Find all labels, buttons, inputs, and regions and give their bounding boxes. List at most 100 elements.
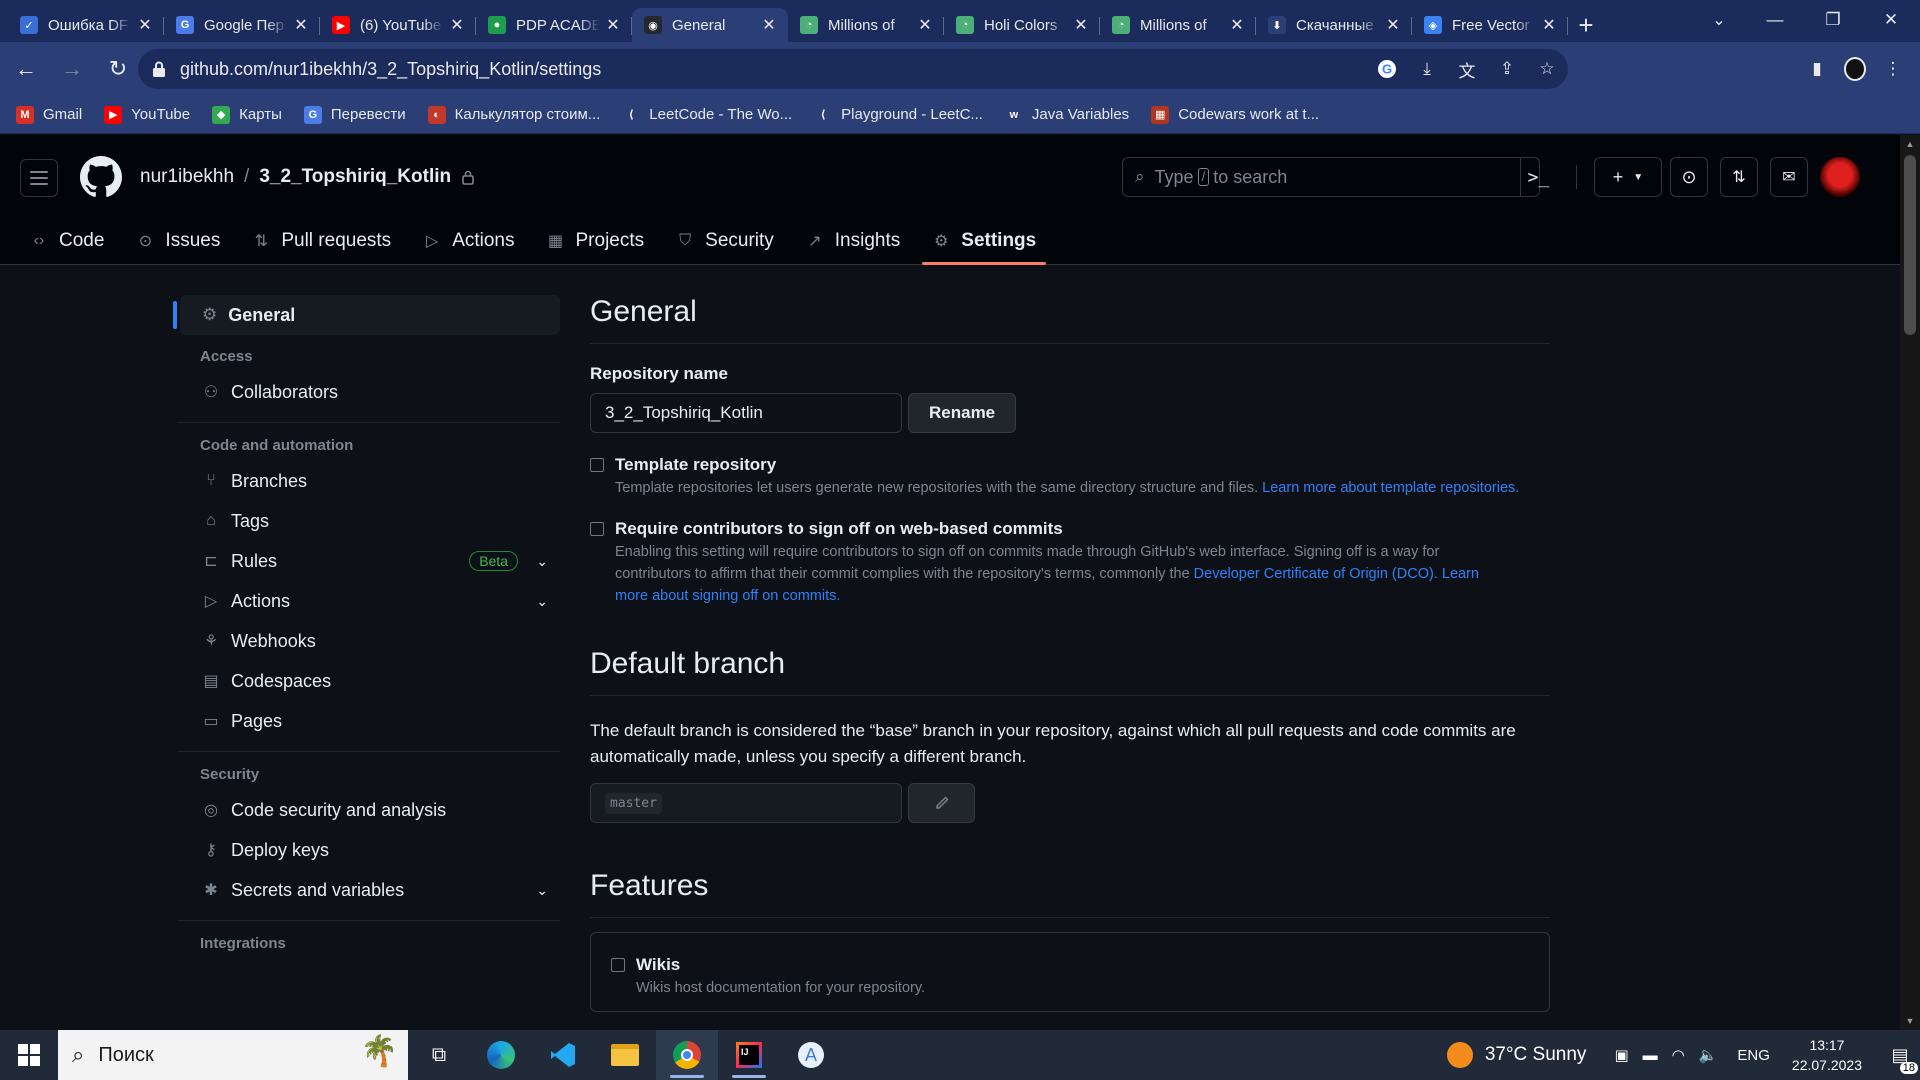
task-view-icon[interactable]: ⧉	[408, 1030, 470, 1080]
github-logo-icon[interactable]	[80, 156, 122, 198]
meet-now-icon[interactable]: ▣	[1614, 1046, 1628, 1064]
taskbar-search-box[interactable]: ⌕ Поиск 🌴	[58, 1030, 408, 1080]
android-studio-icon[interactable]: A	[780, 1030, 842, 1080]
sidebar-item-rules[interactable]: ⊏ Rules Beta ⌄	[180, 541, 560, 581]
browser-tab[interactable]: ◔ Holi Colors ✕	[944, 8, 1100, 42]
browser-tab[interactable]: ◔ Millions of ✕	[1100, 8, 1256, 42]
template-repo-checkbox[interactable]	[590, 458, 604, 472]
bookmark-star-icon[interactable]: ☆	[1536, 58, 1558, 80]
scrollbar-thumb[interactable]	[1904, 155, 1916, 335]
tab-close-icon[interactable]: ✕	[448, 15, 466, 35]
tab-close-icon[interactable]: ✕	[916, 15, 934, 35]
tab-close-icon[interactable]: ✕	[1540, 15, 1558, 35]
create-new-button[interactable]: + ▼	[1594, 157, 1662, 197]
tab-settings[interactable]: ⚙ Settings	[922, 217, 1047, 265]
close-window-button[interactable]: ✕	[1862, 0, 1920, 40]
bookmark-item[interactable]: ◆ Карты	[212, 105, 282, 124]
browser-tab[interactable]: ◔ Millions of ✕	[788, 8, 944, 42]
dco-link[interactable]: Developer Certificate of Origin (DCO).	[1194, 566, 1438, 582]
file-explorer-icon[interactable]	[594, 1030, 656, 1080]
tab-close-icon[interactable]: ✕	[136, 15, 154, 35]
bookmark-item[interactable]: M Gmail	[16, 105, 82, 124]
sidebar-item-tags[interactable]: ⌂ Tags	[180, 501, 560, 541]
tab-close-icon[interactable]: ✕	[292, 15, 310, 35]
repo-link[interactable]: 3_2_Topshiriq_Kotlin	[259, 166, 451, 188]
lock-icon[interactable]	[152, 61, 166, 77]
page-scrollbar[interactable]: ▲ ▼	[1900, 135, 1920, 1030]
chevron-down-icon[interactable]: ⌄	[536, 593, 548, 610]
tab-code[interactable]: ‹› Code	[20, 217, 114, 265]
tab-issues[interactable]: ⊙ Issues	[126, 217, 230, 265]
wikis-checkbox[interactable]	[611, 958, 625, 972]
tab-close-icon[interactable]: ✕	[604, 15, 622, 35]
volume-icon[interactable]: 🔈	[1699, 1046, 1718, 1064]
sidebar-item-code-security-and-analysis[interactable]: ◎ Code security and analysis	[180, 790, 560, 830]
pull-requests-icon[interactable]: ⇅	[1720, 157, 1758, 197]
tab-security[interactable]: ⛉ Security	[666, 217, 784, 265]
sidebar-item-deploy-keys[interactable]: ⚷ Deploy keys	[180, 830, 560, 870]
sidebar-item-branches[interactable]: ⑂ Branches	[180, 461, 560, 501]
chrome-icon[interactable]	[656, 1030, 718, 1080]
tab-close-icon[interactable]: ✕	[760, 15, 778, 35]
sidebar-item-general[interactable]: ⚙ General	[173, 295, 560, 335]
battery-icon[interactable]: ▬	[1643, 1047, 1658, 1064]
intellij-idea-icon[interactable]: IJ	[718, 1030, 780, 1080]
scroll-up-arrow-icon[interactable]: ▲	[1904, 139, 1916, 149]
wifi-icon[interactable]: ◠	[1672, 1046, 1685, 1064]
command-palette-icon[interactable]: >_	[1520, 157, 1556, 197]
chevron-down-icon[interactable]: ⌄	[536, 882, 548, 899]
sidebar-item-codespaces[interactable]: ▤ Codespaces	[180, 661, 560, 701]
tab-close-icon[interactable]: ✕	[1072, 15, 1090, 35]
notification-center-icon[interactable]: ▤ 18	[1880, 1045, 1920, 1074]
search-input[interactable]: ⌕ Type / to search	[1122, 157, 1540, 197]
repo-name-input[interactable]: 3_2_Topshiriq_Kotlin	[590, 393, 902, 433]
bookmark-item[interactable]: ▶ YouTube	[104, 105, 190, 124]
side-panel-icon[interactable]: ▮	[1806, 58, 1828, 80]
google-icon[interactable]: G	[1376, 58, 1398, 80]
sidebar-item-pages[interactable]: ▭ Pages	[180, 701, 560, 741]
reload-button[interactable]: ↻	[98, 49, 138, 89]
template-repo-learn-link[interactable]: Learn more about template repositories.	[1262, 480, 1519, 496]
browser-tab[interactable]: ⬇ Скачанные ✕	[1256, 8, 1412, 42]
sidebar-item-secrets-and-variables[interactable]: ✱ Secrets and variables ⌄	[180, 870, 560, 910]
sidebar-item-collaborators[interactable]: ⚇ Collaborators	[180, 372, 560, 412]
bookmark-item[interactable]: w Java Variables	[1004, 105, 1129, 124]
signoff-checkbox[interactable]	[590, 522, 604, 536]
tab-close-icon[interactable]: ✕	[1228, 15, 1246, 35]
new-tab-button[interactable]: +	[1568, 8, 1604, 42]
browser-tab[interactable]: ✓ Ошибка DF ✕	[8, 8, 164, 42]
browser-tab[interactable]: ▶ (6) YouTube ✕	[320, 8, 476, 42]
weather-widget[interactable]: 37°C Sunny	[1446, 1042, 1586, 1068]
edge-browser-icon[interactable]	[470, 1030, 532, 1080]
share-icon[interactable]: ⇪	[1496, 58, 1518, 80]
browser-menu-icon[interactable]: ⋮	[1882, 58, 1904, 80]
edit-default-branch-button[interactable]	[908, 783, 975, 823]
issues-icon[interactable]: ⊙	[1670, 157, 1708, 197]
tab-projects[interactable]: ▦ Projects	[537, 217, 655, 265]
windows-start-button[interactable]	[0, 1030, 58, 1080]
sidebar-item-actions[interactable]: ▷ Actions ⌄	[180, 581, 560, 621]
user-avatar[interactable]	[1820, 157, 1860, 197]
profile-avatar-icon[interactable]	[1844, 57, 1866, 81]
restore-button[interactable]: ❐	[1804, 0, 1862, 40]
browser-tab[interactable]: G Google Пер ✕	[164, 8, 320, 42]
bookmark-item[interactable]: ◐ Калькулятор стоим...	[427, 105, 600, 124]
minimize-button[interactable]: —	[1746, 0, 1804, 40]
vscode-icon[interactable]	[532, 1030, 594, 1080]
chevron-down-icon[interactable]: ⌄	[536, 553, 548, 570]
browser-tab[interactable]: ◈ Free Vector ✕	[1412, 8, 1568, 42]
bookmark-item[interactable]: ⟨ LeetCode - The Wo...	[622, 105, 792, 124]
tab-pull-requests[interactable]: ⇅ Pull requests	[242, 217, 401, 265]
rename-button[interactable]: Rename	[908, 393, 1017, 433]
tab-insights[interactable]: ↗ Insights	[796, 217, 910, 265]
bookmark-item[interactable]: ▦ Codewars work at t...	[1151, 105, 1319, 124]
sidebar-item-webhooks[interactable]: ⚘ Webhooks	[180, 621, 560, 661]
clock[interactable]: 13:17 22.07.2023	[1792, 1035, 1862, 1075]
scroll-down-arrow-icon[interactable]: ▼	[1904, 1016, 1916, 1026]
back-button[interactable]: ←	[6, 49, 46, 89]
language-indicator[interactable]: ENG	[1737, 1047, 1770, 1064]
address-bar[interactable]: github.com/nur1ibekhh/3_2_Topshiriq_Kotl…	[138, 49, 1568, 89]
bookmark-item[interactable]: G Перевести	[303, 105, 406, 124]
tab-search-chevron-icon[interactable]: ⌄	[1704, 6, 1734, 34]
browser-tab[interactable]: ◉ General ✕	[632, 8, 788, 42]
